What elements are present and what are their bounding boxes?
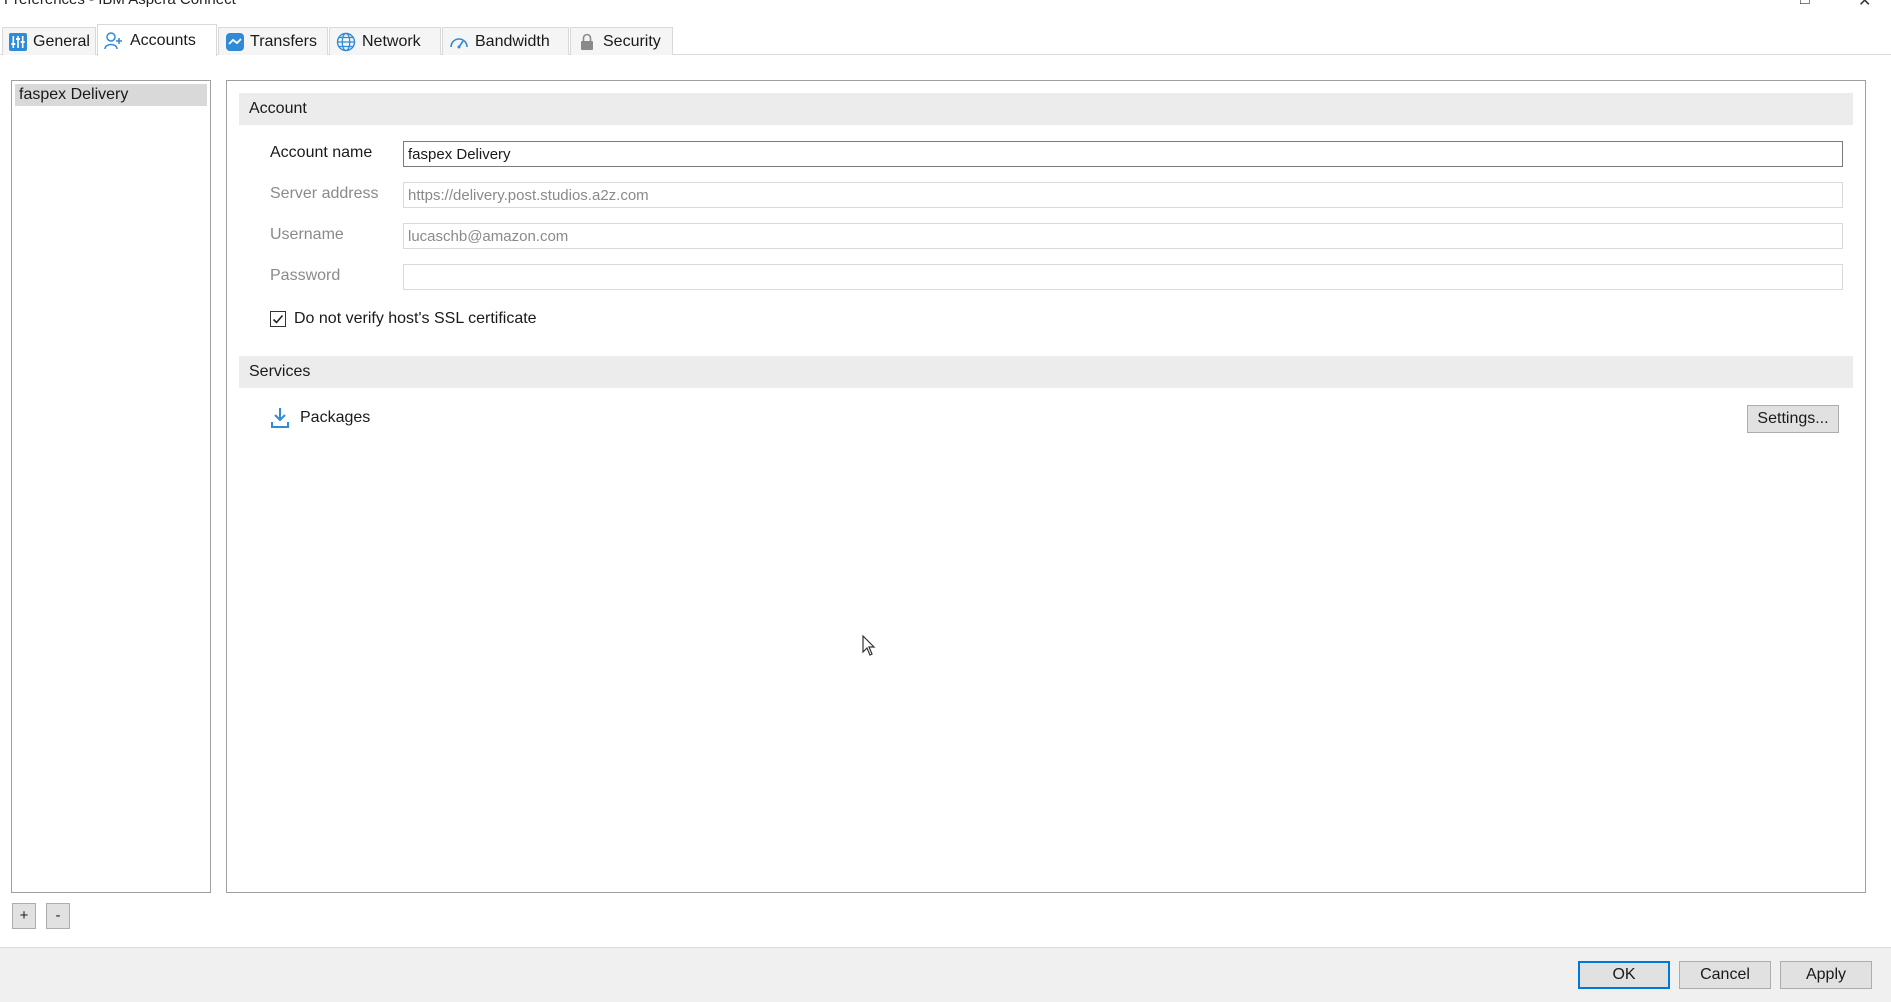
close-icon[interactable]: ✕ [1858,0,1871,11]
tab-accounts[interactable]: Accounts [97,24,217,56]
service-settings-button[interactable]: Settings... [1747,405,1839,433]
checkmark-icon [272,314,284,324]
network-icon [336,32,356,52]
apply-button[interactable]: Apply [1780,961,1872,989]
password-label: Password [270,267,341,284]
service-name: Packages [300,409,371,426]
tab-label: General [33,32,90,50]
account-list-item[interactable]: faspex Delivery [15,84,207,106]
username-input[interactable] [403,223,1843,249]
ssl-checkbox-row[interactable]: Do not verify host's SSL certificate [270,310,537,328]
accounts-icon [104,31,124,51]
dialog-button-bar: OK Cancel Apply [0,947,1891,1002]
account-name-label: Account name [270,144,373,161]
account-name-input[interactable] [403,141,1843,167]
tab-label: Security [603,32,661,50]
account-list[interactable]: faspex Delivery [11,80,211,893]
tab-bandwidth[interactable]: Bandwidth [442,27,569,55]
main-panel: faspex Delivery + - Account Account name… [0,55,1891,947]
tab-network[interactable]: Network [329,27,441,55]
tab-transfers[interactable]: Transfers [218,27,328,55]
service-packages-row[interactable]: Packages [270,407,370,429]
tab-label: Bandwidth [475,32,550,50]
add-account-button[interactable]: + [12,903,36,929]
password-input[interactable] [403,264,1843,290]
account-section-header: Account [239,93,1853,125]
window-title: Preferences - IBM Aspera Connect [4,0,236,8]
tab-bar: General Accounts Transfers Network Bandw… [0,12,1891,56]
services-section-header: Services [239,356,1853,388]
account-detail-panel: Account Account name Server address User… [226,80,1866,893]
tab-general[interactable]: General [2,27,96,55]
ssl-checkbox-label: Do not verify host's SSL certificate [294,310,537,327]
tab-security[interactable]: Security [570,27,673,55]
download-icon [270,407,290,429]
tab-label: Accounts [130,31,196,49]
tab-label: Transfers [250,32,317,50]
server-address-label: Server address [270,185,379,202]
username-label: Username [270,226,344,243]
bandwidth-icon [449,32,469,52]
general-icon [9,32,27,52]
ok-button[interactable]: OK [1578,961,1670,989]
maximize-icon[interactable]: □ [1800,0,1810,9]
lock-icon [577,32,597,52]
tab-label: Network [362,32,421,50]
title-bar: Preferences - IBM Aspera Connect □ ✕ [0,0,1891,12]
server-address-input[interactable] [403,182,1843,208]
mouse-cursor-icon [862,634,876,662]
remove-account-button[interactable]: - [46,903,70,929]
cancel-button[interactable]: Cancel [1679,961,1771,989]
transfers-icon [225,32,244,52]
ssl-checkbox[interactable] [270,311,286,327]
